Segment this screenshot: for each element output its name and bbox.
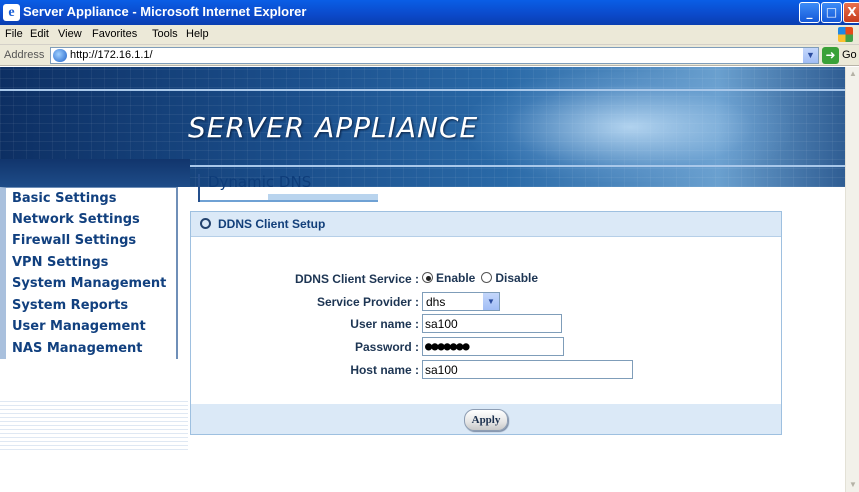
sidebar-item-user-management[interactable]: User Management xyxy=(0,316,176,338)
chevron-down-icon[interactable]: ▼ xyxy=(483,293,499,310)
hostname-row: Host name : sa100 xyxy=(191,360,781,380)
apply-button[interactable]: Apply xyxy=(464,409,508,431)
minimize-button[interactable]: _ xyxy=(799,2,820,23)
sidebar-item-firewall-settings[interactable]: Firewall Settings xyxy=(0,230,176,252)
menu-tools[interactable]: Tools xyxy=(152,28,178,40)
provider-label: Service Provider : xyxy=(316,295,419,309)
menu-edit[interactable]: Edit xyxy=(30,28,49,40)
sidebar-item-vpn-settings[interactable]: VPN Settings xyxy=(0,251,176,273)
username-row: User name : sa100 xyxy=(191,314,781,334)
disable-radio[interactable] xyxy=(481,272,493,283)
username-label: User name : xyxy=(350,317,419,331)
sidebar: Basic Settings Network Settings Firewall… xyxy=(0,187,188,492)
password-label: Password : xyxy=(354,340,419,354)
menu-help[interactable]: Help xyxy=(186,28,209,40)
provider-value: dhs xyxy=(426,295,446,309)
address-field[interactable]: http://172.16.1.1/ ▼ xyxy=(50,47,819,64)
menu-file[interactable]: File xyxy=(5,28,23,40)
sidebar-item-system-management[interactable]: System Management xyxy=(0,273,176,295)
window-titlebar: e Server Appliance - Microsoft Internet … xyxy=(0,0,859,25)
enable-label[interactable]: Enable xyxy=(436,271,475,285)
maximize-button[interactable]: □ xyxy=(821,2,842,23)
scroll-down-icon[interactable]: ▼ xyxy=(846,478,859,492)
banner-line-top xyxy=(0,89,845,91)
menu-view[interactable]: View xyxy=(58,28,82,40)
service-row: DDNS Client Service : Enable Disable xyxy=(191,269,781,289)
banner-sidebar-cap xyxy=(0,159,190,187)
page-title: Dynamic DNS xyxy=(208,173,312,191)
go-arrow-icon[interactable]: ➜ xyxy=(822,47,839,64)
enable-radio[interactable] xyxy=(422,272,433,283)
menu-bar: File Edit View Favorites Tools Help xyxy=(0,25,859,45)
scroll-up-icon[interactable]: ▲ xyxy=(846,67,859,81)
page-content: SERVER APPLIANCE Basic Settings Network … xyxy=(0,67,859,492)
vertical-scrollbar[interactable]: ▲ ▼ xyxy=(845,67,859,492)
banner-title: SERVER APPLIANCE xyxy=(188,111,479,144)
panel-header: DDNS Client Setup xyxy=(191,212,781,237)
provider-row: Service Provider : dhs ▼ xyxy=(191,292,781,312)
address-url[interactable]: http://172.16.1.1/ xyxy=(70,49,153,61)
provider-select[interactable]: dhs ▼ xyxy=(422,292,500,311)
address-label: Address xyxy=(4,49,45,61)
username-field[interactable]: sa100 xyxy=(422,314,562,333)
menu-favorites[interactable]: Favorites xyxy=(92,28,137,40)
go-button[interactable]: Go xyxy=(842,49,857,61)
page-icon xyxy=(53,49,67,62)
panel-footer: Apply xyxy=(191,404,781,434)
service-label: DDNS Client Service : xyxy=(294,272,419,286)
password-row: Password : ●●●●●●● xyxy=(191,337,781,357)
windows-flag-icon xyxy=(838,27,853,42)
sidebar-item-network-settings[interactable]: Network Settings xyxy=(0,208,176,230)
window-title: Server Appliance - Microsoft Internet Ex… xyxy=(23,4,307,19)
password-field[interactable]: ●●●●●●● xyxy=(422,337,564,356)
address-bar: Address http://172.16.1.1/ ▼ ➜ Go xyxy=(0,45,859,66)
sidebar-menu: Basic Settings Network Settings Firewall… xyxy=(0,187,178,359)
sidebar-item-basic-settings[interactable]: Basic Settings xyxy=(0,187,176,209)
sidebar-item-system-reports[interactable]: System Reports xyxy=(0,294,176,316)
ring-icon xyxy=(200,218,211,229)
disable-label[interactable]: Disable xyxy=(495,271,538,285)
panel-title: DDNS Client Setup xyxy=(218,217,326,231)
sidebar-decoration xyxy=(0,401,188,451)
internet-explorer-icon: e xyxy=(3,4,20,21)
close-button[interactable]: X xyxy=(843,2,859,23)
header-banner: SERVER APPLIANCE xyxy=(0,67,845,187)
address-dropdown-icon[interactable]: ▼ xyxy=(803,48,818,63)
service-radios: Enable Disable xyxy=(422,271,544,285)
heading-bar xyxy=(198,174,200,202)
sidebar-item-nas-management[interactable]: NAS Management xyxy=(0,337,176,359)
hostname-field[interactable]: sa100 xyxy=(422,360,633,379)
ddns-panel: DDNS Client Setup DDNS Client Service : … xyxy=(190,211,782,435)
hostname-label: Host name : xyxy=(350,363,419,377)
heading-underline xyxy=(198,200,378,202)
